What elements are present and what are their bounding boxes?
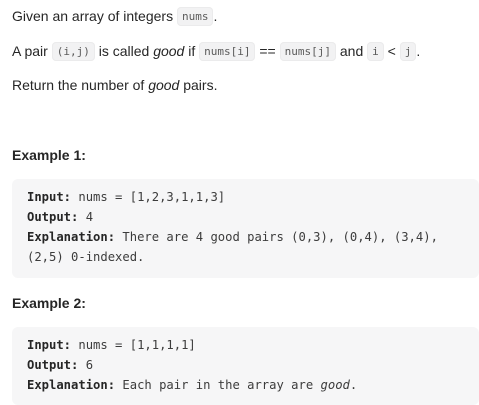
description-line-2: A pair (i,j) is called good if nums[i] =… [12, 41, 420, 62]
text: pairs. [179, 77, 218, 93]
example-1-explanation: Explanation: There are 4 good pairs (0,3… [27, 227, 479, 247]
explanation-text: There are 4 good pairs (0,3), (0,4), (3,… [115, 230, 438, 244]
example-2-explanation: Explanation: Each pair in the array are … [27, 375, 479, 395]
example-1-title: Example 1: [12, 147, 86, 163]
text: is called [94, 43, 154, 59]
emphasis-good: good [320, 378, 350, 392]
inline-code-nums-i: nums[i] [199, 42, 256, 61]
example-2-box: Input: nums = [1,1,1,1] Output: 6 Explan… [12, 327, 479, 405]
output-value: 4 [78, 210, 94, 224]
text: == [255, 43, 280, 59]
input-value: nums = [1,1,1,1] [71, 338, 196, 352]
example-1-output: Output: 4 [27, 207, 479, 227]
output-label: Output: [27, 358, 79, 372]
output-label: Output: [27, 210, 79, 224]
text: and [335, 43, 368, 59]
text: . [416, 43, 421, 59]
explanation-label: Explanation: [27, 378, 116, 392]
text: Return the number of [12, 77, 149, 93]
text: < [383, 43, 400, 59]
inline-code-i: i [367, 42, 384, 61]
example-1-explanation-cont: (2,5) 0-indexed. [27, 250, 145, 264]
input-label: Input: [27, 190, 72, 204]
inline-code-nums-j: nums[j] [279, 42, 336, 61]
text: Given an array of integers [12, 8, 177, 24]
text: if [184, 43, 200, 59]
description-line-1: Given an array of integers nums. [12, 6, 217, 27]
input-value: nums = [1,2,3,1,1,3] [71, 190, 226, 204]
explanation-end: . [349, 378, 358, 392]
text: A pair [12, 43, 52, 59]
example-2-output: Output: 6 [27, 355, 479, 375]
inline-code-nums: nums [176, 7, 214, 26]
inline-code-j: j [399, 42, 417, 61]
output-value: 6 [78, 358, 94, 372]
explanation-text: Each pair in the array are [115, 378, 321, 392]
inline-code-pair: (i,j) [51, 42, 95, 61]
example-1-box: Input: nums = [1,2,3,1,1,3] Output: 4 Ex… [12, 179, 479, 278]
explanation-label: Explanation: [27, 230, 116, 244]
example-1-input: Input: nums = [1,2,3,1,1,3] [27, 187, 479, 207]
emphasis-good: good [148, 77, 180, 93]
input-label: Input: [27, 338, 72, 352]
description-line-3: Return the number of good pairs. [12, 75, 217, 95]
emphasis-good: good [153, 43, 185, 59]
text: . [213, 8, 218, 24]
example-2-title: Example 2: [12, 295, 86, 311]
example-2-input: Input: nums = [1,1,1,1] [27, 335, 479, 355]
